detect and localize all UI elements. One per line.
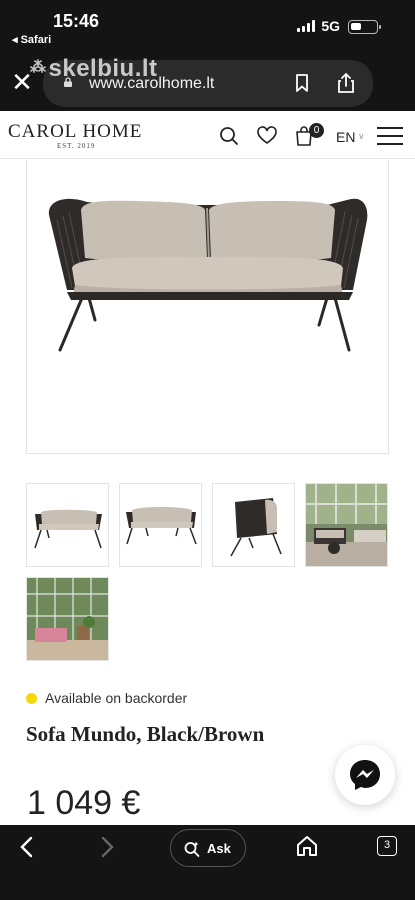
share-icon[interactable] <box>335 72 357 94</box>
product-main-image[interactable] <box>26 160 389 454</box>
messenger-icon <box>350 760 380 790</box>
sofa-image <box>48 198 368 352</box>
language-selector[interactable]: EN <box>336 129 355 145</box>
thumbnail-sofa-side <box>230 498 282 557</box>
search-icon[interactable] <box>218 125 240 147</box>
bookmark-icon[interactable] <box>295 74 309 92</box>
ask-button[interactable]: Ask <box>170 829 246 867</box>
thumbnail-lifestyle-garden <box>306 484 387 566</box>
forward-arrow-icon[interactable] <box>96 835 118 859</box>
network-label: 5G <box>321 18 340 34</box>
heart-icon[interactable] <box>256 125 278 147</box>
status-time: 15:46 <box>53 11 100 31</box>
back-arrow-icon[interactable] <box>16 835 38 859</box>
product-thumbnail[interactable] <box>212 483 295 567</box>
thumbnail-sofa-front <box>34 509 102 549</box>
cart-count-badge: 0 <box>309 123 324 138</box>
ask-search-icon <box>184 841 200 857</box>
signal-icon <box>297 20 316 32</box>
home-icon[interactable] <box>295 834 319 858</box>
status-indicators: 5G <box>297 18 340 34</box>
product-price: 1 049 € <box>27 784 141 822</box>
availability-status: Available on backorder <box>26 690 187 706</box>
logo-subtitle: EST. 2019 <box>57 142 96 150</box>
back-to-app-link[interactable]: ◂ Safari <box>12 33 51 46</box>
thumbnail-sofa-angle <box>126 507 197 545</box>
site-header: CAROL HOME EST. 2019 0 EN ∨ <box>0 111 415 159</box>
ask-label: Ask <box>207 841 231 856</box>
chevron-down-icon: ∨ <box>358 131 365 141</box>
messenger-chat-button[interactable] <box>335 745 395 805</box>
battery-icon <box>348 20 381 34</box>
menu-icon[interactable] <box>377 127 403 145</box>
product-thumbnail[interactable] <box>119 483 202 567</box>
thumbnail-lifestyle-greenhouse <box>27 578 108 660</box>
product-thumbnail[interactable] <box>26 577 109 661</box>
availability-dot <box>26 692 37 704</box>
product-thumbnail[interactable] <box>26 483 109 567</box>
browser-top-chrome: 15:46 ◂ Safari 5G ✕ www.carolhome.lt ⁂sk… <box>0 0 415 111</box>
product-thumbnail[interactable] <box>305 483 388 567</box>
tabs-button[interactable]: 3 <box>377 836 397 856</box>
browser-bottom-toolbar: Ask 3 <box>0 825 415 900</box>
product-title: Sofa Mundo, Black/Brown <box>26 722 265 746</box>
availability-label: Available on backorder <box>45 690 188 706</box>
site-logo[interactable]: CAROL HOME <box>8 121 142 143</box>
watermark: ⁂skelbiu.lt <box>30 55 158 82</box>
